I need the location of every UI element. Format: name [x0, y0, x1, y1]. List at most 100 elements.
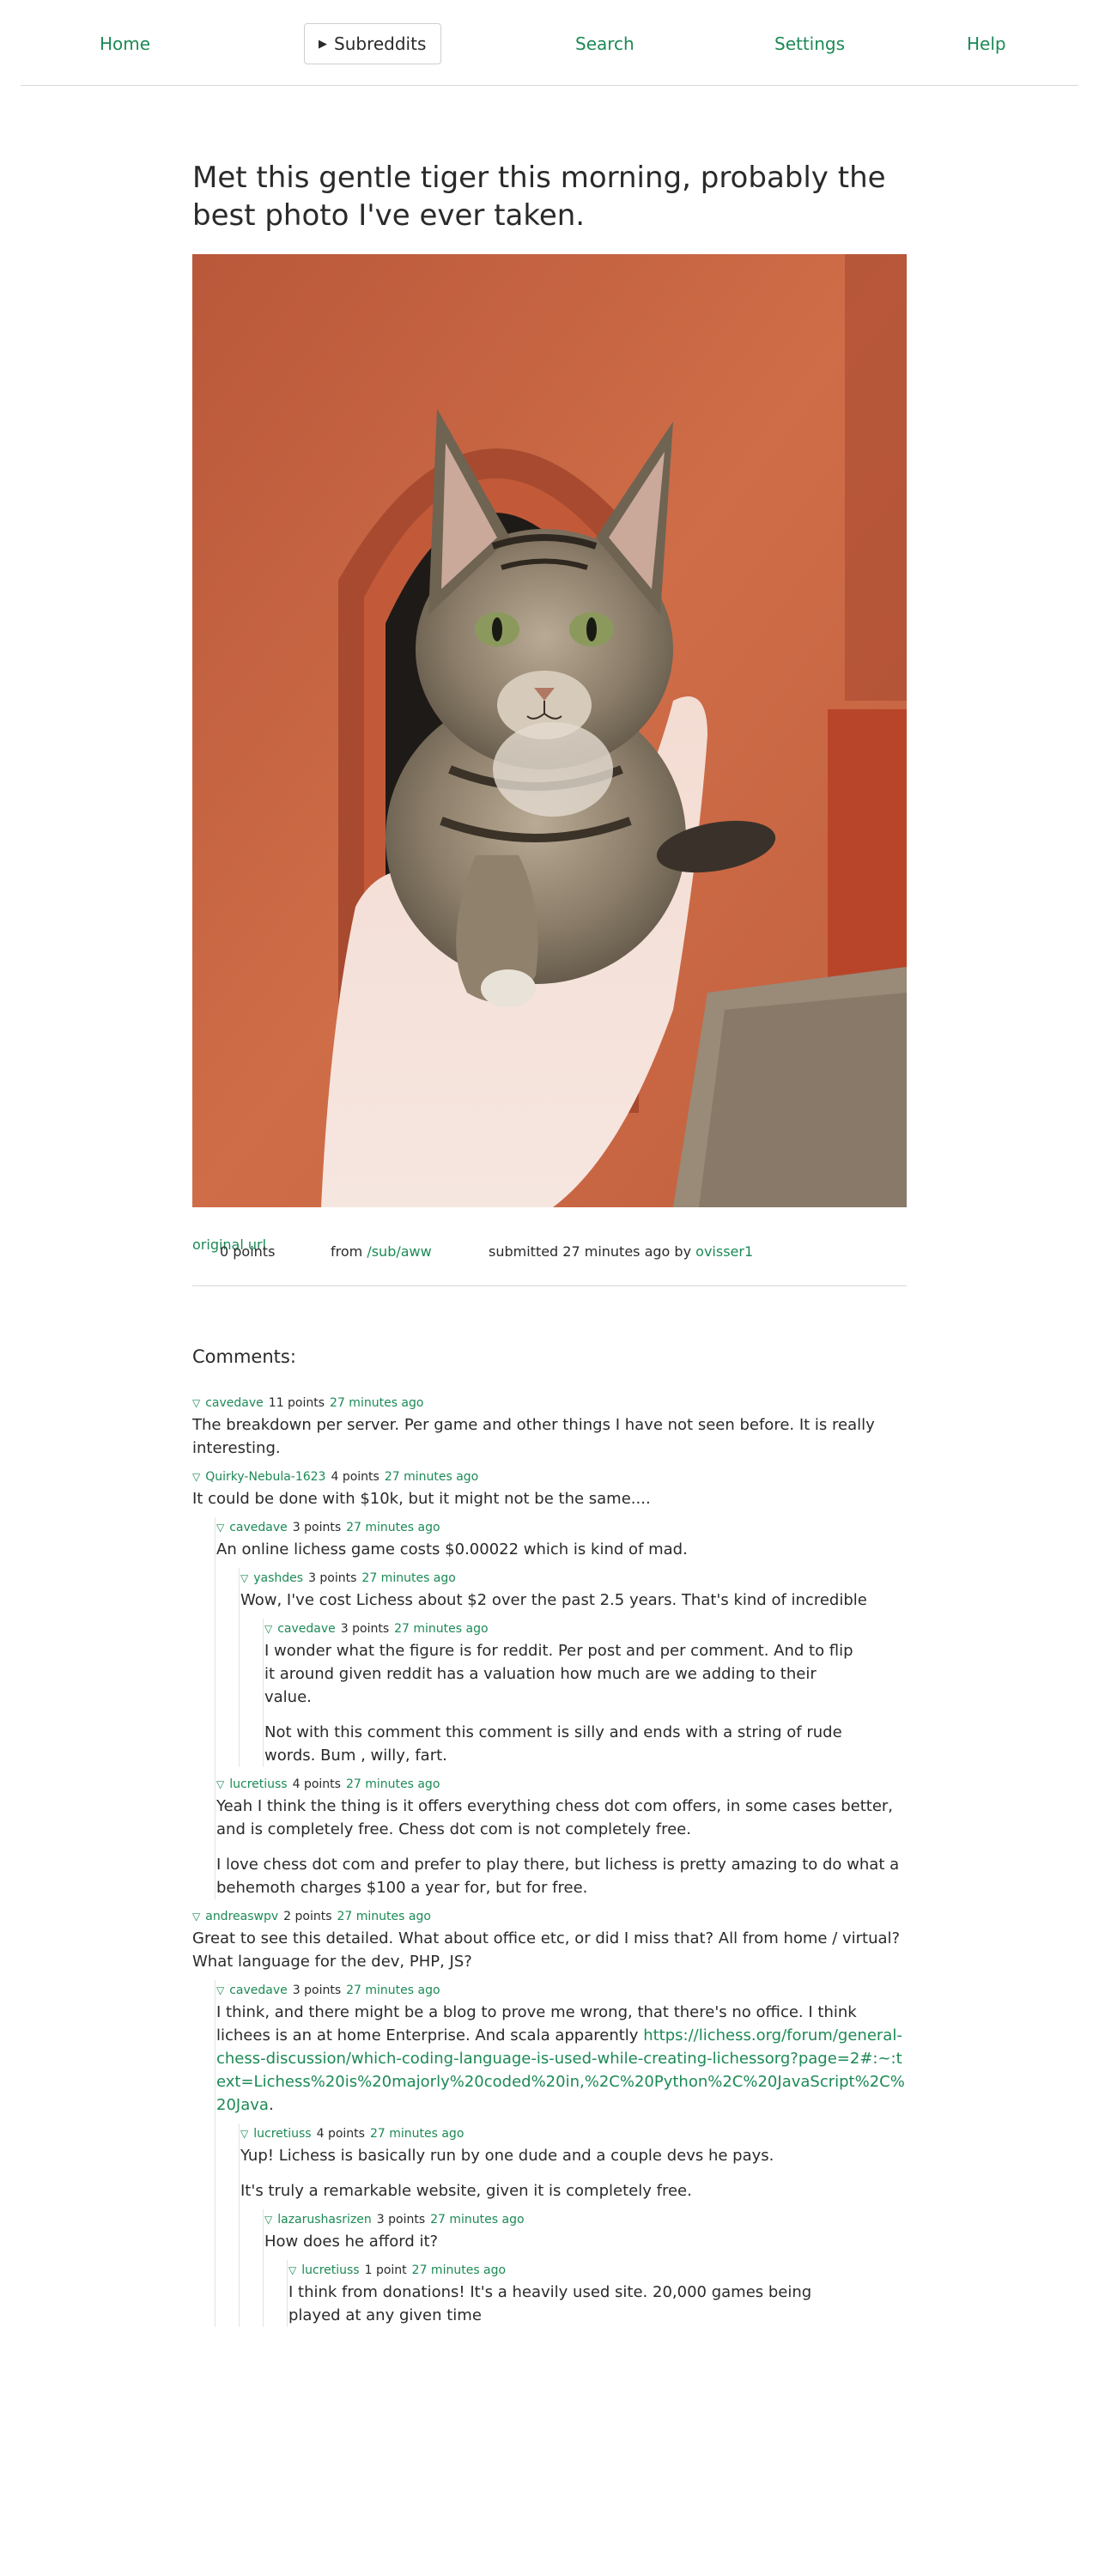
comment-body: I think from donations! It's a heavily u…	[288, 2281, 821, 2327]
kitten-photo	[192, 254, 907, 1207]
comment-text: I think, and there might be a blog to pr…	[216, 2001, 907, 2117]
comment-author-link[interactable]: lucretiuss	[229, 1777, 287, 1791]
comment-header: ▽ cavedave 3 points 27 minutes ago	[216, 1980, 907, 2001]
comment-author-link[interactable]: lazarushasrizen	[277, 2213, 372, 2227]
comment-author-link[interactable]: cavedave	[229, 1984, 288, 1997]
comment: ▽ yashdes 3 points 27 minutes ago Wow, I've…	[240, 1568, 907, 1767]
comment-points: 4 points	[292, 1777, 341, 1791]
comments-section: ▽ cavedave 11 points 27 minutes ago The bre…	[192, 1386, 907, 2327]
submitted-label: submitted 27 minutes ago by	[489, 1243, 692, 1260]
subreddit-link[interactable]: /sub/aww	[367, 1243, 431, 1260]
comment-replies: ▽ cavedave 3 points 27 minutes ago I think,…	[215, 1980, 907, 2327]
collapse-triangle-icon[interactable]: ▽	[192, 1471, 200, 1483]
nav-home-link[interactable]: Home	[100, 33, 150, 55]
comment-points: 3 points	[340, 1622, 390, 1636]
comment-header: ▽ lucretiuss 4 points 27 minutes ago	[216, 1774, 907, 1795]
comment-age-link[interactable]: 27 minutes ago	[361, 1571, 455, 1585]
comment-replies: ▽ lucretiuss 1 point 27 minutes ago I think…	[287, 2260, 907, 2327]
collapse-triangle-icon[interactable]: ▽	[240, 2128, 248, 2140]
collapse-triangle-icon[interactable]: ▽	[216, 1522, 224, 1534]
collapse-triangle-icon[interactable]: ▽	[192, 1911, 200, 1923]
collapse-triangle-icon[interactable]: ▽	[216, 1778, 224, 1790]
comment-body: How does he afford it?	[264, 2230, 907, 2253]
comment-body: An online lichess game costs $0.00022 wh…	[216, 1538, 907, 1561]
comment-author-link[interactable]: cavedave	[205, 1396, 264, 1410]
comment-points: 3 points	[292, 1984, 342, 1997]
comment-age-link[interactable]: 27 minutes ago	[412, 2263, 506, 2277]
comment-body: Yup! Lichess is basically run by one dud…	[240, 2144, 907, 2202]
post-image[interactable]	[192, 254, 907, 1207]
comment-header: ▽ cavedave 3 points 27 minutes ago	[216, 1517, 907, 1538]
comment-age-link[interactable]: 27 minutes ago	[430, 2213, 524, 2227]
collapse-triangle-icon[interactable]: ▽	[264, 2214, 272, 2226]
comment: ▽ cavedave 3 points 27 minutes ago I think,…	[216, 1980, 907, 2327]
comment-text: Great to see this detailed. What about o…	[192, 1929, 901, 1971]
comment-author-link[interactable]: andreaswpv	[205, 1910, 278, 1923]
comment-text-part: .	[268, 2096, 274, 2114]
comment-text: I wonder what the figure is for reddit. …	[264, 1642, 853, 1706]
collapse-triangle-icon[interactable]: ▽	[240, 1572, 248, 1584]
comment-age-link[interactable]: 27 minutes ago	[346, 1777, 440, 1791]
comment-text: The breakdown per server. Per game and o…	[192, 1416, 875, 1457]
comment-age-link[interactable]: 27 minutes ago	[394, 1622, 488, 1636]
comment-age-link[interactable]: 27 minutes ago	[385, 1470, 478, 1484]
comment-author-link[interactable]: lucretiuss	[301, 2263, 359, 2277]
comment-age-link[interactable]: 27 minutes ago	[337, 1910, 431, 1923]
from-label: from	[331, 1243, 363, 1260]
comment-body: I think, and there might be a blog to pr…	[216, 2001, 907, 2117]
comment: ▽ cavedave 11 points 27 minutes ago The bre…	[192, 1393, 907, 1460]
comment-replies: ▽ cavedave 3 points 27 minutes ago I wonder…	[263, 1619, 907, 1767]
comment-points: 2 points	[283, 1910, 332, 1923]
comment-text: Wow, I've cost Lichess about $2 over the…	[240, 1591, 867, 1609]
comment: ▽ cavedave 3 points 27 minutes ago An onlin…	[216, 1517, 907, 1767]
comment-author-link[interactable]: cavedave	[277, 1622, 336, 1636]
collapse-triangle-icon[interactable]: ▽	[288, 2264, 296, 2276]
comment-replies: ▽ cavedave 3 points 27 minutes ago An onlin…	[215, 1517, 907, 1899]
subreddits-dropdown[interactable]: ▶ Subreddits	[304, 23, 441, 64]
comment-age-link[interactable]: 27 minutes ago	[370, 2127, 464, 2141]
collapse-triangle-icon[interactable]: ▽	[192, 1397, 200, 1409]
comment-header: ▽ yashdes 3 points 27 minutes ago	[240, 1568, 907, 1589]
post-title: Met this gentle tiger this morning, prob…	[192, 161, 886, 233]
subreddits-label: Subreddits	[334, 33, 427, 54]
post-author-link[interactable]: ovisser1	[695, 1243, 753, 1260]
comment-author-link[interactable]: cavedave	[229, 1521, 288, 1534]
comment-text: Not with this comment this comment is si…	[264, 1723, 842, 1765]
triangle-right-icon: ▶	[319, 37, 327, 51]
comment: ▽ cavedave 3 points 27 minutes ago I wonder…	[264, 1619, 907, 1767]
comment: ▽ lucretiuss 4 points 27 minutes ago Yeah I…	[216, 1774, 907, 1899]
comment-body: I wonder what the figure is for reddit. …	[264, 1639, 865, 1767]
nav-search-link[interactable]: Search	[575, 33, 635, 55]
comment-body: Wow, I've cost Lichess about $2 over the…	[240, 1589, 907, 1612]
comment: ▽ lazarushasrizen 3 points 27 minutes ago H…	[264, 2209, 907, 2327]
comment-replies: ▽ yashdes 3 points 27 minutes ago Wow, I've…	[239, 1568, 907, 1767]
comment-replies: ▽ lazarushasrizen 3 points 27 minutes ago H…	[263, 2209, 907, 2327]
comment-age-link[interactable]: 27 minutes ago	[346, 1984, 440, 1997]
comment-text: It could be done with $10k, but it might…	[192, 1490, 651, 1508]
comment: ▽ andreaswpv 2 points 27 minutes ago Great …	[192, 1906, 907, 2327]
comment-text: It's truly a remarkable website, given i…	[240, 2182, 692, 2200]
comment-age-link[interactable]: 27 minutes ago	[346, 1521, 440, 1534]
nav-help-link[interactable]: Help	[967, 33, 1006, 55]
nav-settings-link[interactable]: Settings	[774, 33, 845, 55]
comment-body: Yeah I think the thing is it offers ever…	[216, 1795, 907, 1899]
comment-header: ▽ lucretiuss 1 point 27 minutes ago	[288, 2260, 907, 2281]
post-submitted: submitted 27 minutes ago by ovisser1	[489, 1243, 753, 1260]
comment-text: How does he afford it?	[264, 2233, 439, 2251]
comment-author-link[interactable]: lucretiuss	[253, 2127, 311, 2141]
comment: ▽ Quirky-Nebula-1623 4 points 27 minutes ag…	[192, 1467, 907, 1899]
comment-points: 3 points	[376, 2213, 426, 2227]
comment-header: ▽ Quirky-Nebula-1623 4 points 27 minutes ag…	[192, 1467, 907, 1487]
comment-header: ▽ lazarushasrizen 3 points 27 minutes ago	[264, 2209, 907, 2230]
comment-author-link[interactable]: Quirky-Nebula-1623	[205, 1470, 325, 1484]
collapse-triangle-icon[interactable]: ▽	[216, 1984, 224, 1996]
comment-author-link[interactable]: yashdes	[253, 1571, 303, 1585]
comment-age-link[interactable]: 27 minutes ago	[330, 1396, 423, 1410]
comment-header: ▽ lucretiuss 4 points 27 minutes ago	[240, 2123, 907, 2144]
comment-text: An online lichess game costs $0.00022 wh…	[216, 1540, 688, 1558]
comment-header: ▽ cavedave 11 points 27 minutes ago	[192, 1393, 907, 1413]
comment-points: 3 points	[292, 1521, 342, 1534]
collapse-triangle-icon[interactable]: ▽	[264, 1623, 272, 1635]
comment-text: I think from donations! It's a heavily u…	[288, 2283, 812, 2324]
comment-header: ▽ andreaswpv 2 points 27 minutes ago	[192, 1906, 907, 1927]
